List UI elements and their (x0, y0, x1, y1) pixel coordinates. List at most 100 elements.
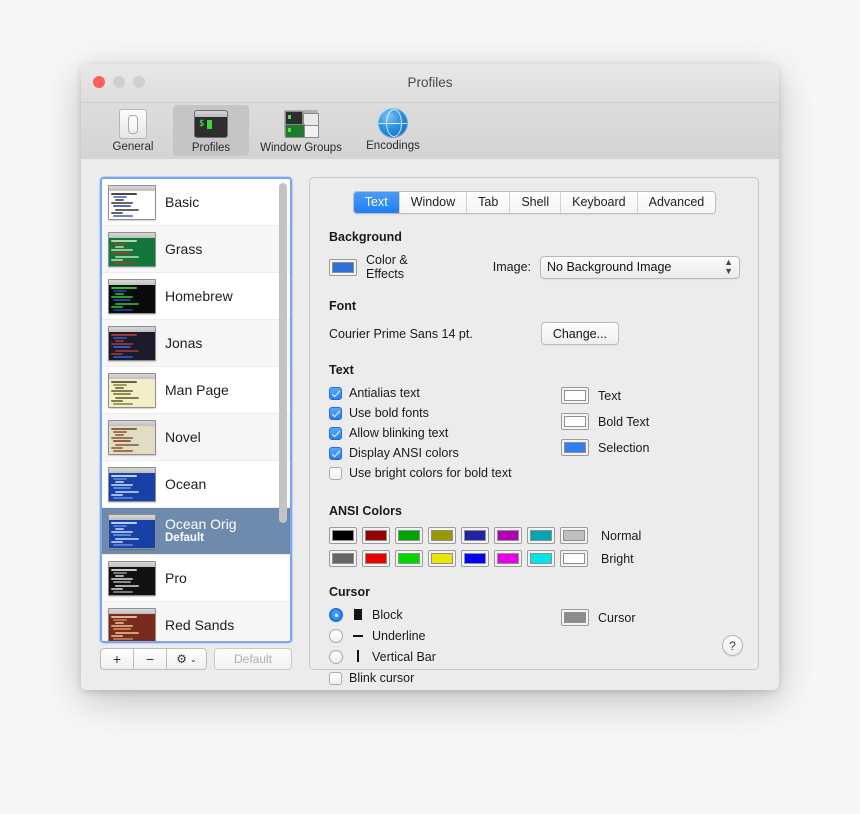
profile-list-item[interactable]: Basic (102, 179, 290, 226)
checkbox-use-bright-colors-for-bold-text[interactable] (329, 466, 342, 480)
checkbox-row[interactable]: Use bright colors for bold text (329, 466, 561, 480)
tab-text[interactable]: Text (353, 192, 400, 213)
checkbox-antialias-text[interactable] (329, 386, 342, 400)
profile-options-button[interactable]: ⚙ ⌄ (166, 648, 207, 670)
tab-keyboard[interactable]: Keyboard (561, 192, 638, 213)
color-well-bold-text[interactable] (561, 413, 589, 430)
checkbox-allow-blinking-text[interactable] (329, 426, 342, 440)
profile-name: Jonas (165, 334, 203, 351)
toolbar-item-profiles[interactable]: $ Profiles (173, 105, 249, 156)
toolbar-item-window-groups[interactable]: Window Groups (251, 105, 351, 156)
background-image-popup[interactable]: No Background Image ▲ ▼ (540, 255, 740, 279)
cursor-option-row[interactable]: Block (329, 608, 561, 622)
checkbox-row[interactable]: Use bold fonts (329, 406, 561, 420)
profile-thumbnail (108, 325, 156, 361)
profile-list-item[interactable]: Grass (102, 226, 290, 273)
cursor-option-row[interactable]: Underline (329, 629, 561, 643)
profiles-list-scroll[interactable]: Basic Grass Homebrew Jonas Man Page Novel Ocea… (102, 179, 290, 641)
cursor-color-well-row: Cursor (561, 608, 636, 690)
ansi-swatch-bright-3[interactable] (428, 550, 456, 567)
color-well-selection[interactable] (561, 439, 589, 456)
ansi-swatch-normal-5[interactable] (494, 527, 522, 544)
window-groups-icon (284, 110, 319, 140)
settings-tabs: Text Window Tab Shell Keyboard Advanced (329, 191, 740, 214)
profile-thumbnail (108, 513, 156, 549)
cursor-color-well[interactable] (561, 609, 589, 626)
blink-cursor-row[interactable]: Blink cursor (329, 671, 561, 685)
checkbox-row[interactable]: Display ANSI colors (329, 446, 561, 460)
checkbox-row[interactable]: Allow blinking text (329, 426, 561, 440)
scrollbar-thumb[interactable] (279, 183, 287, 523)
ansi-swatch-normal-6[interactable] (527, 527, 555, 544)
ansi-swatch-normal-3[interactable] (428, 527, 456, 544)
ansi-swatch-bright-5[interactable] (494, 550, 522, 567)
tab-tab[interactable]: Tab (467, 192, 511, 213)
toolbar-label-encodings: Encodings (366, 140, 420, 152)
set-default-button[interactable]: Default (214, 648, 292, 670)
profile-list-item[interactable]: Novel (102, 414, 290, 461)
background-color-well[interactable] (329, 258, 357, 276)
terminal-icon: $ (194, 110, 228, 140)
radio-underline[interactable] (329, 629, 343, 643)
ansi-swatch-bright-2[interactable] (395, 550, 423, 567)
radio-vertical-bar[interactable] (329, 650, 343, 664)
color-effects-label: Color & Effects (366, 253, 408, 281)
profile-name: Homebrew (165, 287, 233, 304)
profiles-scrollbar[interactable] (279, 183, 287, 637)
checkbox-label: Display ANSI colors (349, 446, 459, 460)
cursor-radio-group: Block Underline Vertical Bar Blink cursor (329, 608, 561, 690)
preferences-content: Basic Grass Homebrew Jonas Man Page Novel Ocea… (81, 159, 779, 690)
checkbox-use-bold-fonts[interactable] (329, 406, 342, 420)
checkbox-blink-cursor[interactable] (329, 671, 342, 685)
checkbox-display-ansi-colors[interactable] (329, 446, 342, 460)
ansi-swatch-normal-2[interactable] (395, 527, 423, 544)
profiles-list[interactable]: Basic Grass Homebrew Jonas Man Page Novel Ocea… (100, 177, 292, 643)
tab-advanced[interactable]: Advanced (637, 192, 716, 213)
font-row: Courier Prime Sans 14 pt. Change... (329, 322, 740, 345)
ansi-row-label: Normal (601, 528, 642, 543)
radio-block[interactable] (329, 608, 343, 622)
ansi-swatch-bright-6[interactable] (527, 550, 555, 567)
profile-thumbnail (108, 184, 156, 220)
color-well-label: Selection (598, 440, 650, 455)
checkbox-row[interactable]: Antialias text (329, 386, 561, 400)
ansi-swatch-normal-0[interactable] (329, 527, 357, 544)
profile-name: Man Page (165, 381, 229, 398)
profile-list-item[interactable]: Pro (102, 555, 290, 602)
tab-window[interactable]: Window (399, 192, 468, 213)
ansi-swatch-normal-4[interactable] (461, 527, 489, 544)
ansi-swatch-normal-1[interactable] (362, 527, 390, 544)
profile-list-item[interactable]: Ocean Orig Default (102, 508, 290, 555)
add-profile-button[interactable]: + (100, 648, 133, 670)
profile-list-item[interactable]: Man Page (102, 367, 290, 414)
color-well-row: Bold Text (561, 413, 649, 430)
profile-list-item[interactable]: Jonas (102, 320, 290, 367)
profile-thumbnail (108, 560, 156, 596)
text-section: Antialias text Use bold fonts Allow blinki… (329, 386, 740, 486)
ansi-swatch-bright-0[interactable] (329, 550, 357, 567)
ansi-swatch-normal-7[interactable] (560, 527, 588, 544)
cursor-block-icon (351, 608, 365, 622)
text-checkbox-group: Antialias text Use bold fonts Allow blinki… (329, 386, 561, 486)
tab-shell[interactable]: Shell (510, 192, 562, 213)
color-well-text[interactable] (561, 387, 589, 404)
ansi-swatch-bright-7[interactable] (560, 550, 588, 567)
remove-profile-button[interactable]: − (133, 648, 166, 670)
toolbar-item-encodings[interactable]: Encodings (353, 105, 433, 154)
toolbar-item-general[interactable]: General (95, 105, 171, 155)
cursor-well-label: Cursor (598, 610, 636, 625)
text-color-wells: Text Bold Text Selection (561, 386, 649, 486)
ansi-swatch-bright-1[interactable] (362, 550, 390, 567)
background-image-value: No Background Image (547, 260, 672, 274)
profile-list-item[interactable]: Red Sands (102, 602, 290, 641)
profile-list-item[interactable]: Ocean (102, 461, 290, 508)
profile-thumbnail (108, 466, 156, 502)
cursor-option-row[interactable]: Vertical Bar (329, 650, 561, 664)
cursor-option-label: Block (372, 608, 403, 622)
profile-list-item[interactable]: Homebrew (102, 273, 290, 320)
change-font-button[interactable]: Change... (540, 322, 620, 345)
ansi-swatch-bright-4[interactable] (461, 550, 489, 567)
profile-settings-pane: Text Window Tab Shell Keyboard Advanced Backg… (309, 177, 759, 685)
help-button[interactable]: ? (722, 635, 743, 656)
profile-thumbnail (108, 231, 156, 267)
